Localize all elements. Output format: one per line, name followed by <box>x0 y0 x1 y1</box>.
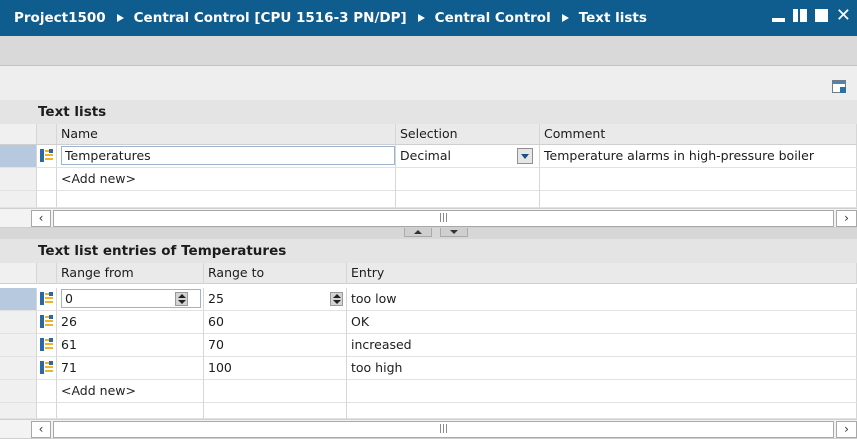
tile-icon[interactable] <box>792 9 807 22</box>
breadcrumb-project[interactable]: Project1500 <box>14 10 106 26</box>
range-to-value[interactable]: 100 <box>204 357 347 380</box>
entry-icon <box>40 315 53 328</box>
scroll-right-icon[interactable]: › <box>836 210 857 227</box>
add-new-row[interactable]: <Add new> <box>0 168 857 191</box>
toolbar <box>0 36 857 66</box>
scroll-right-icon[interactable]: › <box>836 421 857 438</box>
maximize-icon[interactable] <box>814 9 828 22</box>
comment-value[interactable]: Temperature alarms in high-pressure boil… <box>540 145 857 168</box>
table-row[interactable]: 71 100 too high <box>0 357 857 380</box>
range-from-value[interactable]: 71 <box>57 357 204 380</box>
chevron-right-icon <box>116 14 124 22</box>
table-row[interactable]: Temperatures Decimal Temperature alarms … <box>0 145 857 168</box>
scrollbar-thumb[interactable]: ||| <box>53 210 834 227</box>
range-from-value[interactable]: 61 <box>57 334 204 357</box>
column-header-name[interactable]: Name <box>57 124 396 145</box>
chevron-right-icon <box>561 14 569 22</box>
column-header-entry[interactable]: Entry <box>347 263 857 284</box>
header-gutter <box>0 124 37 145</box>
name-input[interactable]: Temperatures <box>61 146 395 165</box>
text-list-icon <box>40 149 53 162</box>
editor-toolbar <box>0 66 857 100</box>
empty-row <box>0 403 857 419</box>
entries-title: Text list entries of Temperatures <box>0 239 857 263</box>
table-row[interactable]: 26 60 OK <box>0 311 857 334</box>
row-selector[interactable] <box>0 311 37 334</box>
entry-value[interactable]: OK <box>347 311 857 334</box>
grip-icon: ||| <box>438 424 449 434</box>
column-header-comment[interactable]: Comment <box>540 124 857 145</box>
entry-value[interactable]: too high <box>347 357 857 380</box>
title-bar: Project1500 Central Control [CPU 1516-3 … <box>0 0 857 36</box>
breadcrumb: Project1500 Central Control [CPU 1516-3 … <box>0 10 647 26</box>
minimize-icon[interactable] <box>771 9 785 22</box>
range-from-spinner-icon[interactable] <box>175 292 188 306</box>
entries-header: Range from Range to Entry <box>0 263 857 284</box>
entry-icon <box>40 292 53 305</box>
add-new-text-list[interactable]: <Add new> <box>57 168 396 191</box>
collapse-up-icon[interactable] <box>404 228 432 237</box>
table-row[interactable]: 61 70 increased <box>0 334 857 357</box>
range-from-value[interactable]: 26 <box>57 311 204 334</box>
chevron-right-icon <box>417 14 425 22</box>
add-new-row[interactable]: <Add new> <box>0 380 857 403</box>
breadcrumb-program[interactable]: Central Control <box>435 10 551 26</box>
entry-value[interactable]: increased <box>347 334 857 357</box>
column-header-range-from[interactable]: Range from <box>57 263 204 284</box>
entry-icon <box>40 338 53 351</box>
scroll-left-icon[interactable]: ‹ <box>31 421 51 438</box>
range-to-value[interactable]: 25 <box>204 288 347 311</box>
splitter[interactable] <box>0 228 857 239</box>
text-lists-title: Text lists <box>0 100 857 124</box>
horizontal-scrollbar[interactable]: ‹ ||| › <box>0 419 857 439</box>
row-selector[interactable] <box>0 357 37 380</box>
chevron-down-icon[interactable] <box>517 148 533 164</box>
scrollbar-thumb[interactable]: ||| <box>53 421 834 438</box>
row-selector[interactable] <box>0 145 37 168</box>
grip-icon: ||| <box>438 213 449 223</box>
column-header-selection[interactable]: Selection <box>396 124 540 145</box>
scroll-left-icon[interactable]: ‹ <box>31 210 51 227</box>
range-to-value[interactable]: 70 <box>204 334 347 357</box>
close-icon[interactable]: ✕ <box>836 7 851 25</box>
horizontal-scrollbar[interactable]: ‹ ||| › <box>0 208 857 228</box>
column-header-range-to[interactable]: Range to <box>204 263 347 284</box>
entry-icon <box>40 361 53 374</box>
add-new-entry[interactable]: <Add new> <box>57 380 204 403</box>
text-lists-header: Name Selection Comment <box>0 124 857 145</box>
range-to-value[interactable]: 60 <box>204 311 347 334</box>
range-to-spinner-icon[interactable] <box>330 292 343 306</box>
window-icon[interactable] <box>832 80 846 93</box>
breadcrumb-device[interactable]: Central Control [CPU 1516-3 PN/DP] <box>134 10 407 26</box>
breadcrumb-text-lists: Text lists <box>578 10 647 26</box>
table-row[interactable]: 0 25 too low <box>0 288 857 311</box>
empty-row <box>0 191 857 208</box>
window-controls: ✕ <box>771 7 851 25</box>
row-selector[interactable] <box>0 288 37 311</box>
collapse-down-icon[interactable] <box>440 228 468 237</box>
row-selector[interactable] <box>0 334 37 357</box>
entry-value[interactable]: too low <box>347 288 857 311</box>
